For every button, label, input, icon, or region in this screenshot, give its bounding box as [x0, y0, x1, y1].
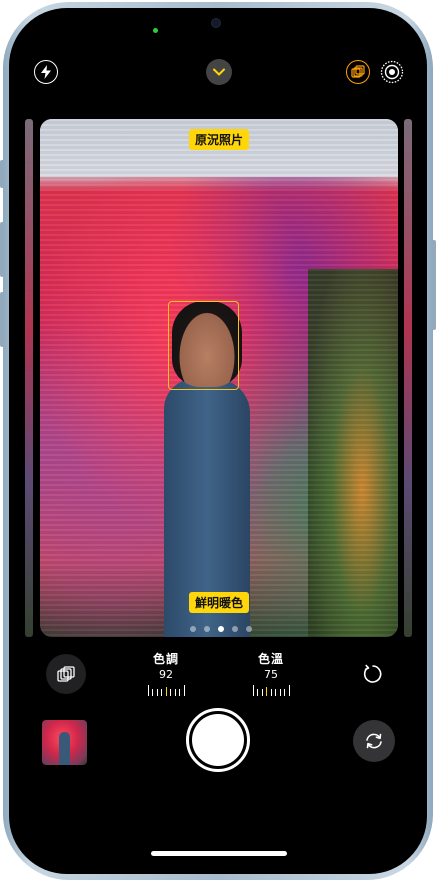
expand-controls-button[interactable]	[206, 59, 232, 85]
camera-screen: 原況照片 鮮明暖色 色調 92 色溫 75	[9, 8, 427, 874]
volume-down-button	[0, 292, 4, 347]
style-name-badge: 原況照片	[189, 129, 250, 150]
styles-toggle-button[interactable]	[46, 654, 86, 694]
page-dot[interactable]	[246, 626, 252, 632]
previous-style-preview[interactable]	[25, 119, 33, 637]
tone-control[interactable]: 色調 92	[136, 650, 196, 696]
volume-up-button	[0, 222, 4, 277]
tone-slider[interactable]	[136, 684, 196, 696]
page-dot[interactable]	[190, 626, 196, 632]
page-dot[interactable]	[232, 626, 238, 632]
bolt-icon	[41, 65, 51, 79]
viewfinder[interactable]: 原況照片 鮮明暖色	[40, 119, 398, 637]
flash-button[interactable]	[34, 60, 58, 84]
photographic-styles-icon	[57, 666, 75, 682]
live-photo-button[interactable]	[380, 60, 404, 84]
warmth-slider[interactable]	[241, 684, 301, 696]
camera-in-use-indicator	[153, 28, 158, 33]
last-photo-thumbnail[interactable]	[42, 720, 87, 765]
thumbnail-subject	[59, 732, 70, 765]
style-page-dots[interactable]	[190, 626, 252, 632]
face-detection-box	[168, 301, 239, 390]
tone-label: 色調	[152, 652, 179, 666]
photographic-styles-icon	[351, 65, 365, 78]
reset-icon	[363, 664, 382, 683]
reset-button[interactable]	[353, 654, 393, 694]
notch	[155, 8, 293, 48]
front-camera	[211, 18, 221, 28]
page-dot[interactable]	[204, 626, 210, 632]
warmth-value: 75	[264, 668, 278, 681]
warmth-label: 色溫	[257, 652, 284, 666]
next-style-preview[interactable]	[404, 119, 412, 637]
shutter-button[interactable]	[186, 708, 250, 772]
warmth-control[interactable]: 色溫 75	[241, 650, 301, 696]
live-photo-icon	[380, 60, 404, 84]
chevron-down-icon	[213, 68, 225, 76]
side-button	[432, 240, 436, 330]
camera-flip-icon	[366, 733, 382, 749]
style-subtitle-badge: 鮮明暖色	[189, 592, 250, 613]
mute-switch	[0, 160, 4, 188]
shutter-inner	[192, 714, 244, 766]
home-indicator[interactable]	[151, 851, 287, 856]
tone-value: 92	[159, 668, 173, 681]
page-dot-active[interactable]	[218, 626, 224, 632]
flip-camera-button[interactable]	[353, 720, 395, 762]
photographic-styles-button[interactable]	[346, 60, 370, 84]
